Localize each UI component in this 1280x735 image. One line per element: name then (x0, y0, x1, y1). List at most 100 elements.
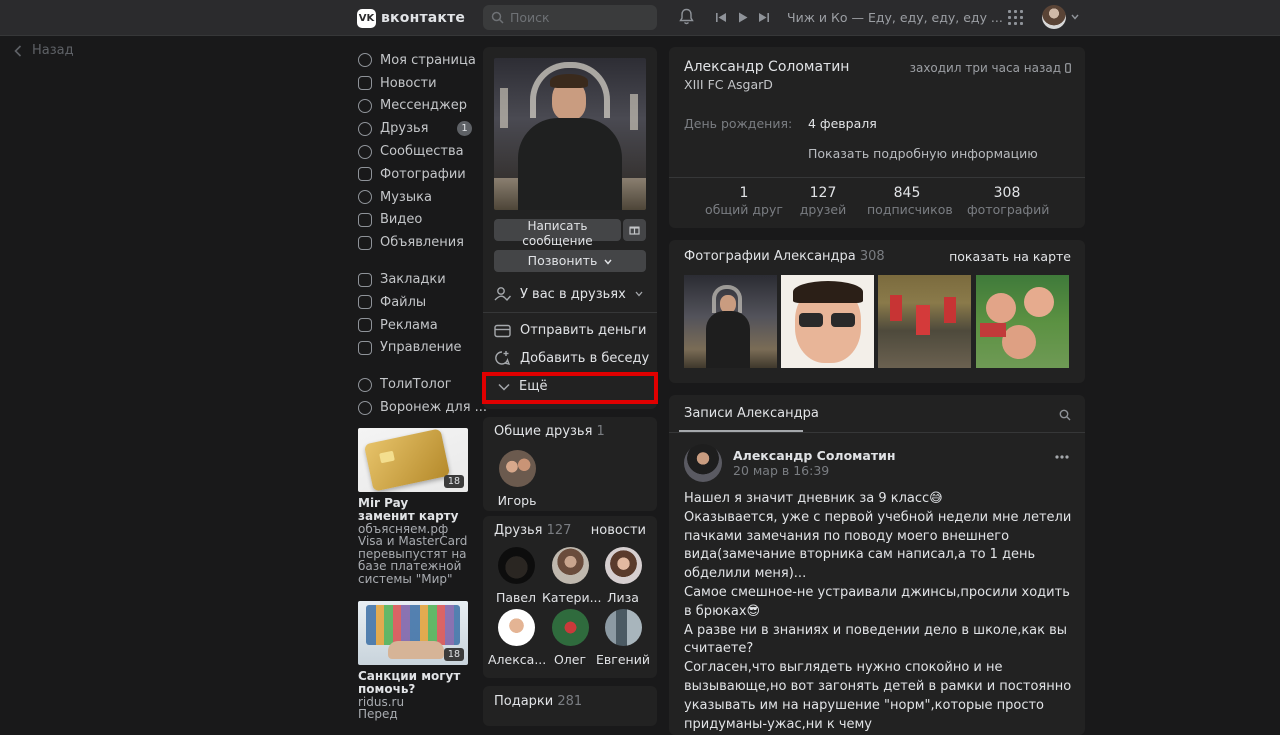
friend-item[interactable]: Алекса... (488, 609, 547, 667)
menu-item-my-page[interactable]: Моя страница (358, 49, 476, 72)
photo-thumbnail[interactable] (684, 275, 777, 368)
profile-name: Александр Соломатин (684, 59, 850, 75)
gift-icon (629, 226, 640, 235)
friends-status-dropdown[interactable]: У вас в друзьях (494, 286, 643, 302)
last-seen-text: заходил три часа назад (909, 61, 1061, 75)
ad-text[interactable]: Перед (358, 708, 468, 721)
menu-item-news[interactable]: Новости (358, 72, 472, 95)
stat-number: 1 (739, 185, 749, 201)
post-author-avatar[interactable] (684, 444, 722, 482)
header-avatar[interactable] (1042, 5, 1066, 29)
search-box[interactable] (483, 5, 657, 30)
friend-name: Игорь (497, 493, 537, 508)
more-options-icon[interactable] (1055, 455, 1069, 459)
profile-status[interactable]: XIII FC AsgarD (684, 77, 773, 92)
post-date[interactable]: 20 мар в 16:39 (733, 463, 829, 478)
ad-title[interactable]: Mir Pay заменит карту (358, 497, 468, 523)
friends-news-link[interactable]: новости (591, 523, 646, 538)
stat-followers[interactable]: 845 подписчиков (867, 185, 953, 217)
menu-item-friends[interactable]: Друзья 1 (358, 117, 472, 140)
stat-mutual-friends[interactable]: 1 общий друг (704, 185, 784, 217)
ad-block-1[interactable]: 18 Mir Pay заменит карту объясняем.рф Vi… (358, 428, 468, 585)
mutual-friends-header[interactable]: Общие друзья 1 (494, 424, 605, 439)
birthday-value[interactable]: 4 февраля (808, 116, 877, 131)
menu-item-management[interactable]: Управление (358, 337, 472, 360)
photos-header[interactable]: Фотографии Александра 308 (684, 249, 885, 264)
photo-thumbnail[interactable] (878, 275, 971, 368)
ad-image-card[interactable]: 18 (358, 428, 468, 492)
divider (669, 177, 1085, 178)
menu-item-files[interactable]: Файлы (358, 291, 472, 314)
menu-label: Новости (380, 75, 437, 91)
tab-wall-posts[interactable]: Записи Александра (684, 406, 819, 421)
bell-icon[interactable] (679, 8, 694, 25)
photo-thumbnail[interactable] (781, 275, 874, 368)
now-playing-track[interactable]: Чиж и Ко — Еду, еду, еду, еду ... (787, 10, 1003, 25)
menu-item-messenger[interactable]: Мессенджер (358, 95, 472, 118)
add-to-chat-button[interactable]: Добавить в беседу (494, 350, 649, 366)
play-icon[interactable] (738, 12, 748, 23)
stat-friends[interactable]: 127 друзей (783, 185, 863, 217)
menu-label: Друзья (380, 121, 429, 137)
divider (483, 312, 657, 313)
friends-header[interactable]: Друзья 127 (494, 523, 571, 538)
call-button[interactable]: Позвонить (494, 250, 646, 272)
previous-track-icon[interactable] (716, 12, 727, 23)
search-icon (491, 11, 504, 24)
show-details-link[interactable]: Показать подробную информацию (808, 146, 1038, 161)
friends-badge: 1 (457, 121, 472, 137)
money-card-icon (494, 324, 511, 337)
star-icon (358, 272, 372, 287)
back-link[interactable]: Назад (14, 43, 74, 58)
menu-item-music[interactable]: Музыка (358, 186, 472, 209)
send-money-label: Отправить деньги (520, 323, 647, 338)
ad-image-sanctions[interactable]: 18 (358, 601, 468, 665)
stat-label: подписчиков (867, 202, 953, 217)
friend-item[interactable]: Олег (542, 609, 598, 667)
menu-item-group-2[interactable]: Воронеж для ... (358, 396, 487, 419)
friends-card: Друзья 127 новости Павел Катери... Лиза … (483, 516, 657, 678)
stat-label: общий друг (705, 202, 783, 217)
post-paragraph: Самое смешное-не устраивали джинсы,проси… (684, 584, 1070, 619)
chevron-down-icon[interactable] (1071, 14, 1079, 20)
photo-thumbnail[interactable] (976, 275, 1069, 368)
menu-item-video[interactable]: Видео (358, 209, 472, 232)
photos-count: 308 (859, 249, 885, 264)
menu-item-advertising[interactable]: Реклама (358, 314, 472, 337)
menu-item-group-1[interactable]: ТолиТолог (358, 373, 472, 396)
stat-photos[interactable]: 308 фотографий (967, 185, 1049, 217)
friend-item[interactable]: Катери... (542, 547, 602, 605)
menu-label: Моя страница (380, 52, 476, 68)
post-paragraph: Нашел я значит дневник за 9 класс😅 (684, 491, 943, 506)
back-label: Назад (32, 43, 74, 58)
search-input[interactable] (510, 10, 640, 25)
menu-item-classifieds[interactable]: Объявления (358, 231, 472, 254)
gift-button[interactable] (623, 219, 646, 241)
friend-item[interactable]: Павел (488, 547, 544, 605)
search-icon[interactable] (1059, 409, 1071, 421)
ad-block-2[interactable]: 18 Санкции могут помочь? ridus.ru Перед (358, 601, 468, 721)
profile-avatar-photo[interactable] (494, 58, 646, 210)
friend-item[interactable]: Лиза (595, 547, 651, 605)
write-message-button[interactable]: Написать сообщение (494, 219, 621, 248)
post-author-name[interactable]: Александр Соломатин (733, 448, 895, 463)
vk-logo[interactable]: VK вконтакте (357, 8, 465, 28)
ad-title[interactable]: Санкции могут помочь? (358, 670, 468, 696)
next-track-icon[interactable] (758, 12, 769, 23)
friend-item[interactable]: Игорь (489, 450, 545, 508)
menu-item-bookmarks[interactable]: Закладки (358, 268, 472, 291)
group-icon (358, 377, 372, 392)
friend-avatar (604, 609, 642, 646)
friend-name: Олег (553, 652, 587, 667)
show-on-map-link[interactable]: показать на карте (949, 249, 1071, 264)
chat-add-icon (495, 351, 511, 365)
friend-name: Алекса... (488, 652, 547, 667)
ad-text[interactable]: Visa и MasterCard перевыпустят на базе п… (358, 535, 468, 585)
divider (669, 432, 1085, 433)
send-money-button[interactable]: Отправить деньги (494, 323, 646, 338)
gifts-header[interactable]: Подарки 281 (494, 694, 582, 709)
menu-item-photos[interactable]: Фотографии (358, 163, 472, 186)
apps-grid-icon[interactable] (1008, 10, 1023, 25)
menu-item-communities[interactable]: Сообщества (358, 140, 472, 163)
friend-item[interactable]: Евгений (595, 609, 651, 667)
